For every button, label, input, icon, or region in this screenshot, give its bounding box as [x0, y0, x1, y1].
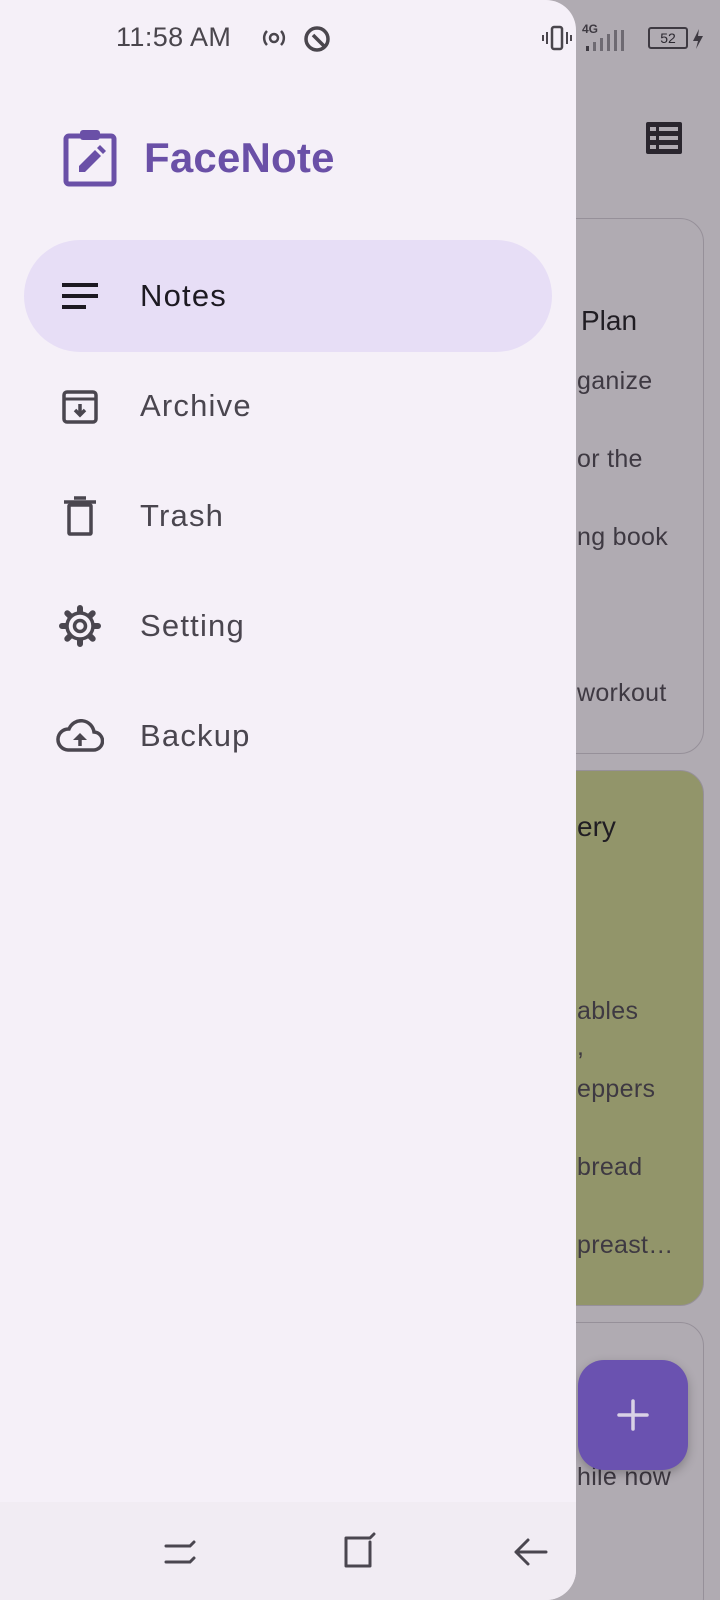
battery-level: 52: [660, 30, 676, 46]
add-note-button[interactable]: [578, 1360, 688, 1470]
trash-icon: [56, 492, 104, 540]
clipboard-edit-icon: [63, 130, 117, 187]
cloud-upload-icon: [56, 712, 104, 760]
vibrate-icon: [542, 25, 572, 51]
signal-icon: [586, 30, 624, 51]
nav-item-trash[interactable]: Trash: [24, 460, 552, 572]
gear-icon: [56, 602, 104, 650]
charging-icon: [693, 29, 703, 49]
back-icon[interactable]: [510, 1532, 550, 1572]
app-name: FaceNote: [144, 134, 335, 181]
recent-apps-icon[interactable]: [160, 1532, 200, 1572]
nav-item-notes[interactable]: Notes: [24, 240, 552, 352]
nav-item-label: Trash: [140, 498, 225, 533]
home-icon[interactable]: [340, 1532, 380, 1572]
status-time: 11:58 AM: [116, 22, 232, 52]
app-brand: FaceNote: [62, 128, 335, 188]
nav-item-label: Backup: [140, 718, 251, 753]
status-bar: 11:58 AM: [0, 0, 576, 78]
system-navigation-bar: [0, 1502, 576, 1600]
nav-item-archive[interactable]: Archive: [24, 350, 552, 462]
hotspot-icon: [262, 30, 286, 46]
notes-lines-icon: [56, 272, 104, 320]
nav-item-setting[interactable]: Setting: [24, 570, 552, 682]
data-saver-icon: [304, 26, 330, 52]
battery-indicator: 52: [648, 27, 688, 49]
nav-item-label: Archive: [140, 388, 252, 423]
nav-item-backup[interactable]: Backup: [24, 680, 552, 792]
nav-item-label: Notes: [140, 278, 227, 313]
archive-icon: [56, 382, 104, 430]
nav-item-label: Setting: [140, 608, 245, 643]
navigation-drawer: 11:58 AM FaceNote Notes Archive Trash Se…: [0, 0, 576, 1600]
plus-icon: [617, 1399, 649, 1431]
